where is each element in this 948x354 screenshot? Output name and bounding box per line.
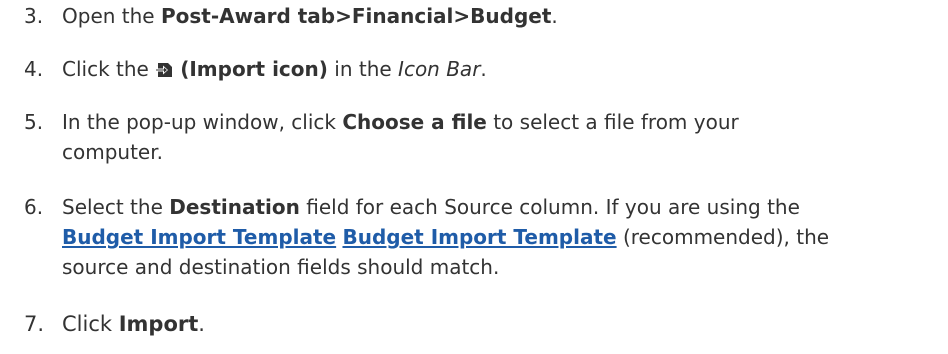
step-number: 7.: [24, 312, 45, 336]
menu-path: Post-Award tab>Financial>Budget: [160, 4, 552, 28]
import-icon: [155, 63, 173, 77]
budget-import-template-link[interactable]: Budget Import Template: [62, 225, 336, 249]
icon-bar-label: Icon Bar: [398, 57, 481, 81]
budget-import-template-link-2[interactable]: Budget Import Template: [342, 225, 616, 249]
choose-file-label: Choose a file: [342, 110, 487, 134]
step-number: 5.: [24, 110, 44, 134]
step-text: In the pop-up window, click Choose a fil…: [62, 110, 739, 164]
import-label: Import: [118, 312, 199, 336]
step-text: Click Import.: [62, 312, 205, 336]
step-number: 4.: [24, 57, 44, 81]
import-icon-label: (Import icon): [180, 57, 328, 81]
step-text: Select the Destination field for each So…: [62, 195, 830, 279]
destination-label: Destination: [169, 195, 300, 219]
step-text: Open the Post-Award tab>Financial>Budget…: [62, 4, 558, 28]
step-text: Click the (Import icon) in the Icon Bar.: [62, 57, 487, 81]
step-number: 6.: [24, 195, 44, 219]
step-number: 3.: [24, 4, 44, 28]
